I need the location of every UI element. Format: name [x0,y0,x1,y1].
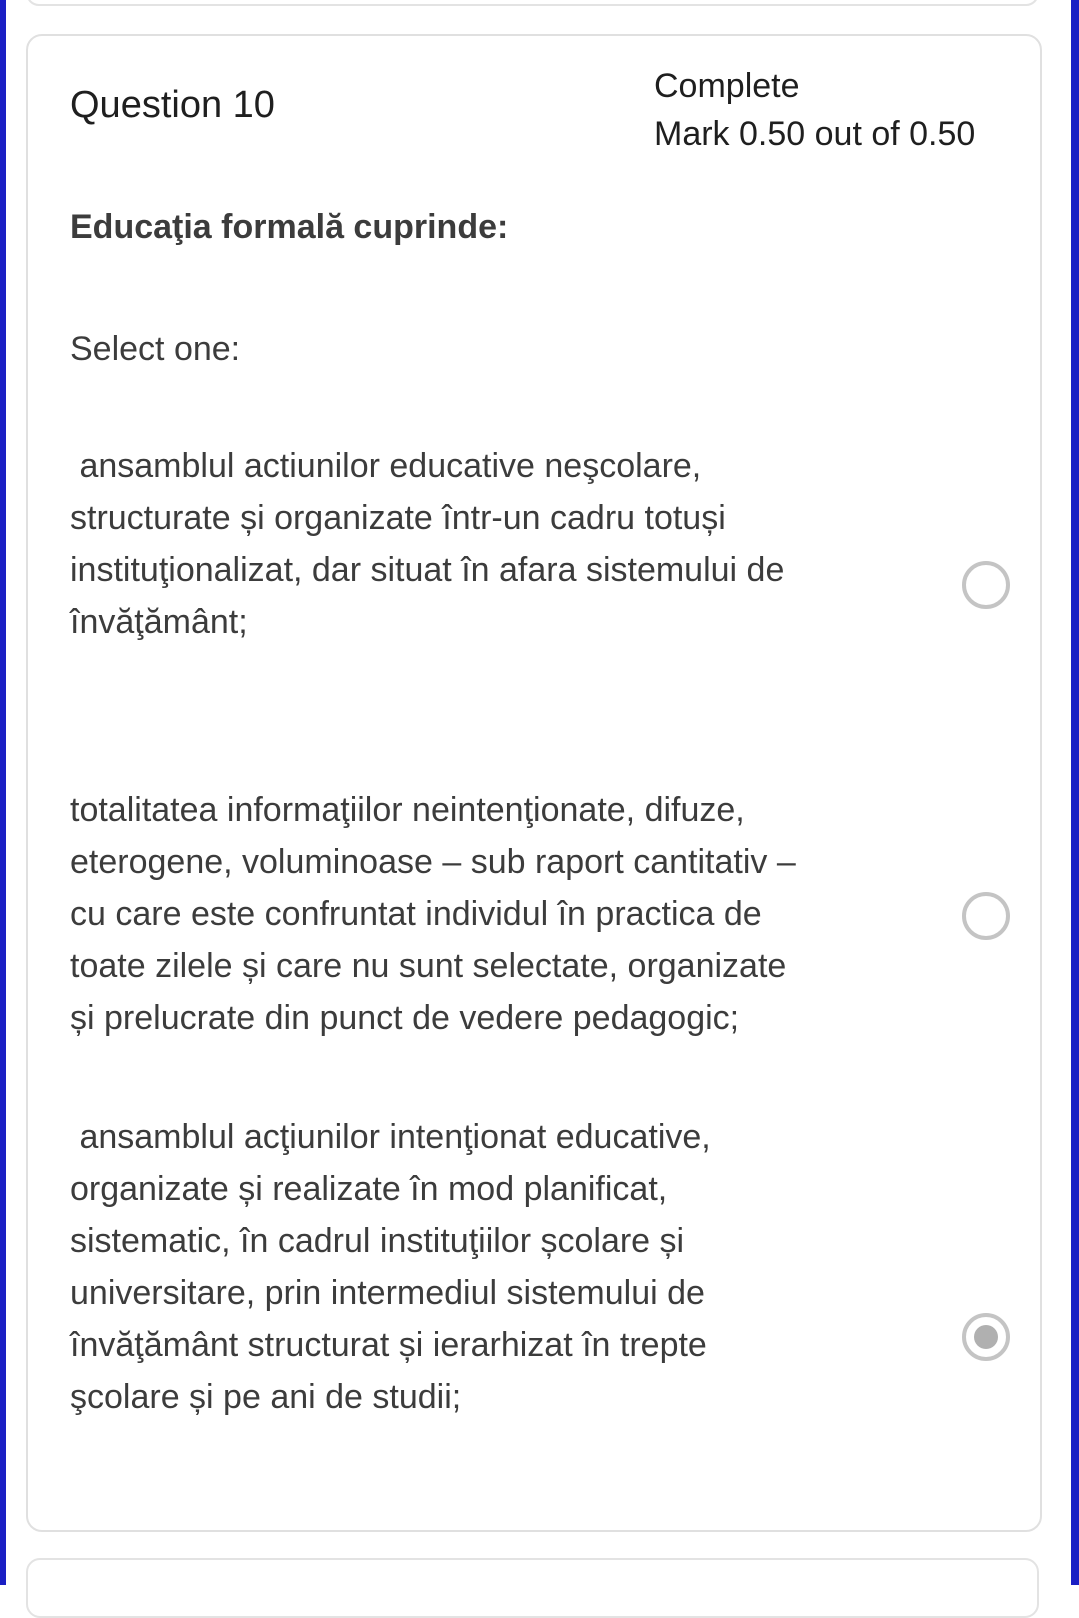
question-card: Question 10 Complete Mark 0.50 out of 0.… [26,34,1042,1532]
answer-option-1-text: ansamblul actiunilor educative neşcolare… [70,447,785,641]
select-one-prompt: Select one: [70,330,241,368]
question-state: Complete [654,67,800,105]
answer-option-3-text: ansamblul acţiunilor intenţionat educati… [70,1118,711,1416]
answer-option-1-radio[interactable] [962,561,1010,609]
question-title: Question 10 [70,84,275,126]
answer-option-1[interactable]: ansamblul actiunilor educative neşcolare… [70,440,1010,648]
screen-edge-left [0,0,6,1585]
answer-option-2-radio[interactable] [962,892,1010,940]
answer-option-2-text: totalitatea informaţiilor neintenţionate… [70,791,796,1037]
question-grade: Mark 0.50 out of 0.50 [654,115,976,153]
previous-question-card [26,0,1039,6]
next-question-card [26,1558,1039,1618]
answer-option-2[interactable]: totalitatea informaţiilor neintenţionate… [70,784,1010,1044]
screen-edge-right [1071,0,1079,1585]
answer-option-3[interactable]: ansamblul acţiunilor intenţionat educati… [70,1111,1010,1423]
answer-option-3-radio[interactable] [962,1313,1010,1361]
question-text: Educaţia formală cuprinde: [70,208,509,246]
